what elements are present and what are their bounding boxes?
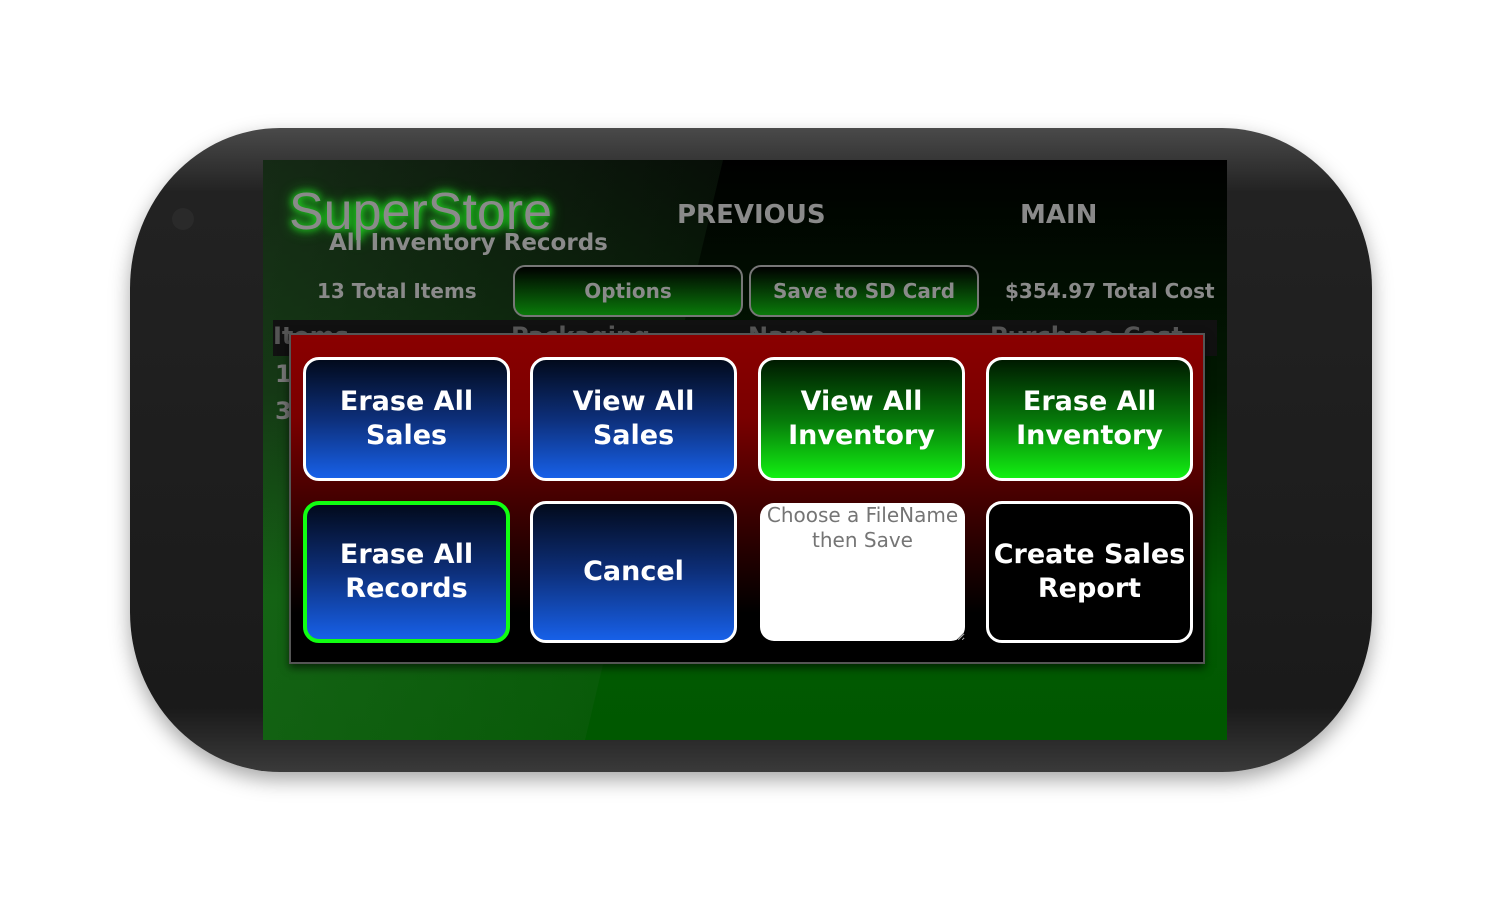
options-button[interactable]: Options	[513, 265, 743, 317]
total-items: 13 Total Items	[317, 279, 477, 303]
screen: SuperStore All Inventory Records PREVIOU…	[263, 160, 1227, 740]
main-button[interactable]: MAIN	[1020, 200, 1097, 230]
previous-button[interactable]: PREVIOUS	[677, 200, 826, 230]
view-all-inventory-button[interactable]: View All Inventory	[758, 357, 965, 481]
save-sd-button[interactable]: Save to SD Card	[749, 265, 979, 317]
cancel-button[interactable]: Cancel	[530, 501, 737, 643]
erase-all-inventory-button[interactable]: Erase All Inventory	[986, 357, 1193, 481]
erase-all-sales-button[interactable]: Erase All Sales	[303, 357, 510, 481]
filename-input[interactable]	[760, 503, 965, 641]
view-all-sales-button[interactable]: View All Sales	[530, 357, 737, 481]
page-title: All Inventory Records	[329, 230, 608, 256]
erase-all-records-button[interactable]: Erase All Records	[303, 501, 510, 643]
total-cost: $354.97 Total Cost	[1005, 279, 1215, 303]
options-dialog: Erase All Sales View All Sales View All Inv…	[289, 333, 1205, 664]
camera-icon	[172, 208, 194, 230]
create-sales-report-button[interactable]: Create Sales Report	[986, 501, 1193, 643]
